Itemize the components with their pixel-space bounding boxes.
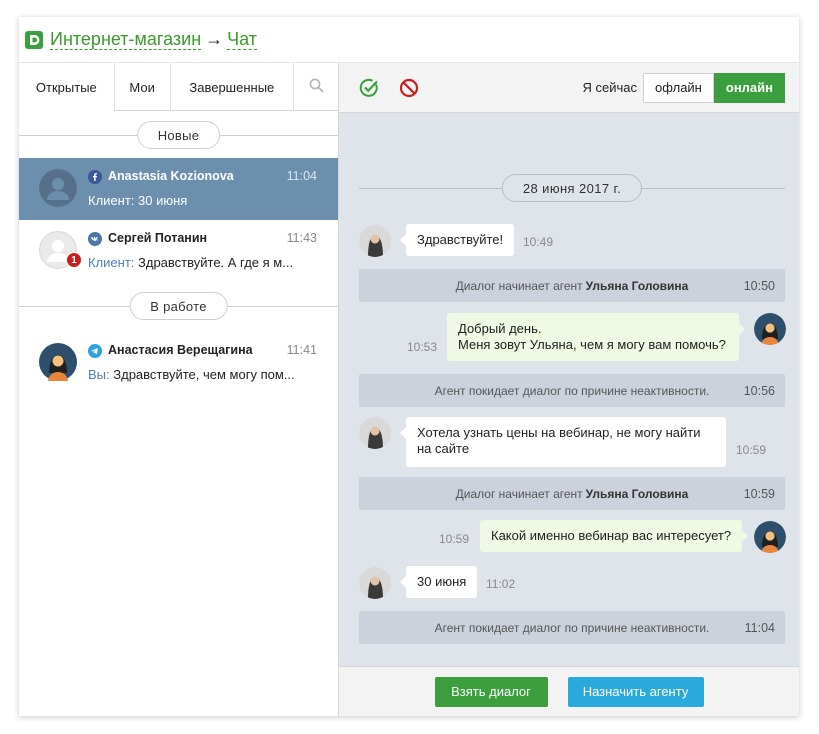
avatar xyxy=(359,567,391,599)
message-bubble: Здравствуйте! xyxy=(399,224,515,256)
tab-finished[interactable]: Завершенные xyxy=(171,63,295,111)
chat-history: 28 июня 2017 г. Здравствуйте! 10:49 Диал… xyxy=(339,113,799,666)
date-divider: 28 июня 2017 г. xyxy=(359,174,785,204)
conversation-name: Сергей Потанин xyxy=(108,231,208,245)
message-bubble: Добрый день. Меня зовут Ульяна, чем я мог… xyxy=(447,313,745,361)
conversation-tabs: Открытые Мои Завершенные xyxy=(19,63,338,112)
unread-badge: 1 xyxy=(66,252,82,268)
logo-icon xyxy=(25,30,43,49)
message-bubble: 30 июня xyxy=(399,566,478,598)
block-icon[interactable] xyxy=(399,78,419,98)
conversation-preview: Вы: Здравствуйте, чем могу пом... xyxy=(88,367,295,382)
chat-panel: Я сейчас офлайн онлайн 28 июня 2017 г. З… xyxy=(339,63,799,716)
group-label-new: Новые xyxy=(136,121,221,149)
breadcrumb-page-link[interactable]: Чат xyxy=(227,29,258,50)
date-label: 28 июня 2017 г. xyxy=(501,174,643,202)
tab-mine[interactable]: Мои xyxy=(115,63,171,111)
message-time: 10:56 xyxy=(743,383,775,398)
conversation-name: Anastasia Kozionova xyxy=(108,169,234,183)
chat-toolbar: Я сейчас офлайн онлайн xyxy=(339,63,799,113)
avatar xyxy=(359,417,391,449)
avatar xyxy=(359,225,391,257)
system-message: Агент покидает диалог по причине неактив… xyxy=(359,374,785,407)
status-offline-button[interactable]: офлайн xyxy=(642,72,714,103)
telegram-icon xyxy=(88,344,102,358)
avatar xyxy=(754,521,786,553)
avatar xyxy=(754,313,786,345)
tab-open[interactable]: Открытые xyxy=(19,63,115,112)
conversation-time: 11:04 xyxy=(286,169,317,183)
message-time: 10:53 xyxy=(407,340,438,354)
group-divider-new: Новые xyxy=(19,121,338,149)
system-message: Диалог начинает агент Ульяна Головина 10:… xyxy=(359,269,785,302)
app-window: Интернет-магазин → Чат Открытые Мои Заве… xyxy=(19,17,799,716)
message-bubble: Какой именно вебинар вас интересует? xyxy=(480,520,749,552)
group-divider-in-work: В работе xyxy=(19,292,338,320)
breadcrumb: Интернет-магазин → Чат xyxy=(50,29,258,50)
avatar xyxy=(39,343,77,381)
conversation-preview: Клиент: Здравствуйте. А где я м... xyxy=(88,255,294,270)
conversation-name: Анастасия Верещагина xyxy=(108,343,253,357)
conversation-item[interactable]: 1 Сергей Потанин 11:43 Клиент: Здравству… xyxy=(19,220,338,282)
search-button[interactable] xyxy=(294,63,338,111)
status-online-button[interactable]: онлайн xyxy=(713,72,785,103)
message-time: 10:59 xyxy=(439,532,470,546)
breadcrumb-separator: → xyxy=(205,29,224,49)
breadcrumb-section-link[interactable]: Интернет-магазин xyxy=(50,29,202,50)
message-time: 10:49 xyxy=(523,235,554,249)
conversation-preview: Клиент: 30 июня xyxy=(88,193,188,208)
status-label: Я сейчас xyxy=(582,80,637,95)
message-time: 10:50 xyxy=(743,278,775,293)
facebook-icon xyxy=(88,170,102,184)
message-bubble: Хотела узнать цены на вебинар, не могу н… xyxy=(400,417,726,467)
conversation-time: 11:43 xyxy=(286,231,317,245)
system-message: Агент покидает диалог по причине неактив… xyxy=(359,611,785,644)
message-time: 10:59 xyxy=(736,443,767,457)
message-time: 10:59 xyxy=(743,486,775,501)
conversation-panel: Открытые Мои Завершенные Новые Anastasia… xyxy=(19,63,339,716)
conversation-item[interactable]: Анастасия Верещагина 11:41 Вы: Здравству… xyxy=(19,332,338,394)
message-time: 11:04 xyxy=(744,620,775,635)
group-label-in-work: В работе xyxy=(129,292,228,320)
assign-agent-button[interactable]: Назначить агенту xyxy=(567,676,704,707)
search-icon xyxy=(309,78,324,96)
check-icon[interactable] xyxy=(359,78,379,98)
message-time: 11:02 xyxy=(486,577,516,591)
take-dialog-button[interactable]: Взять диалог xyxy=(434,676,548,707)
vk-icon xyxy=(88,232,102,246)
chat-footer: Взять диалог Назначить агенту xyxy=(339,666,799,716)
avatar xyxy=(39,169,77,207)
system-message: Диалог начинает агент Ульяна Головина 10:… xyxy=(359,477,785,510)
conversation-time: 11:41 xyxy=(286,343,317,357)
conversation-item[interactable]: Anastasia Kozionova 11:04 Клиент: 30 июн… xyxy=(19,158,338,220)
page-header: Интернет-магазин → Чат xyxy=(19,17,799,63)
